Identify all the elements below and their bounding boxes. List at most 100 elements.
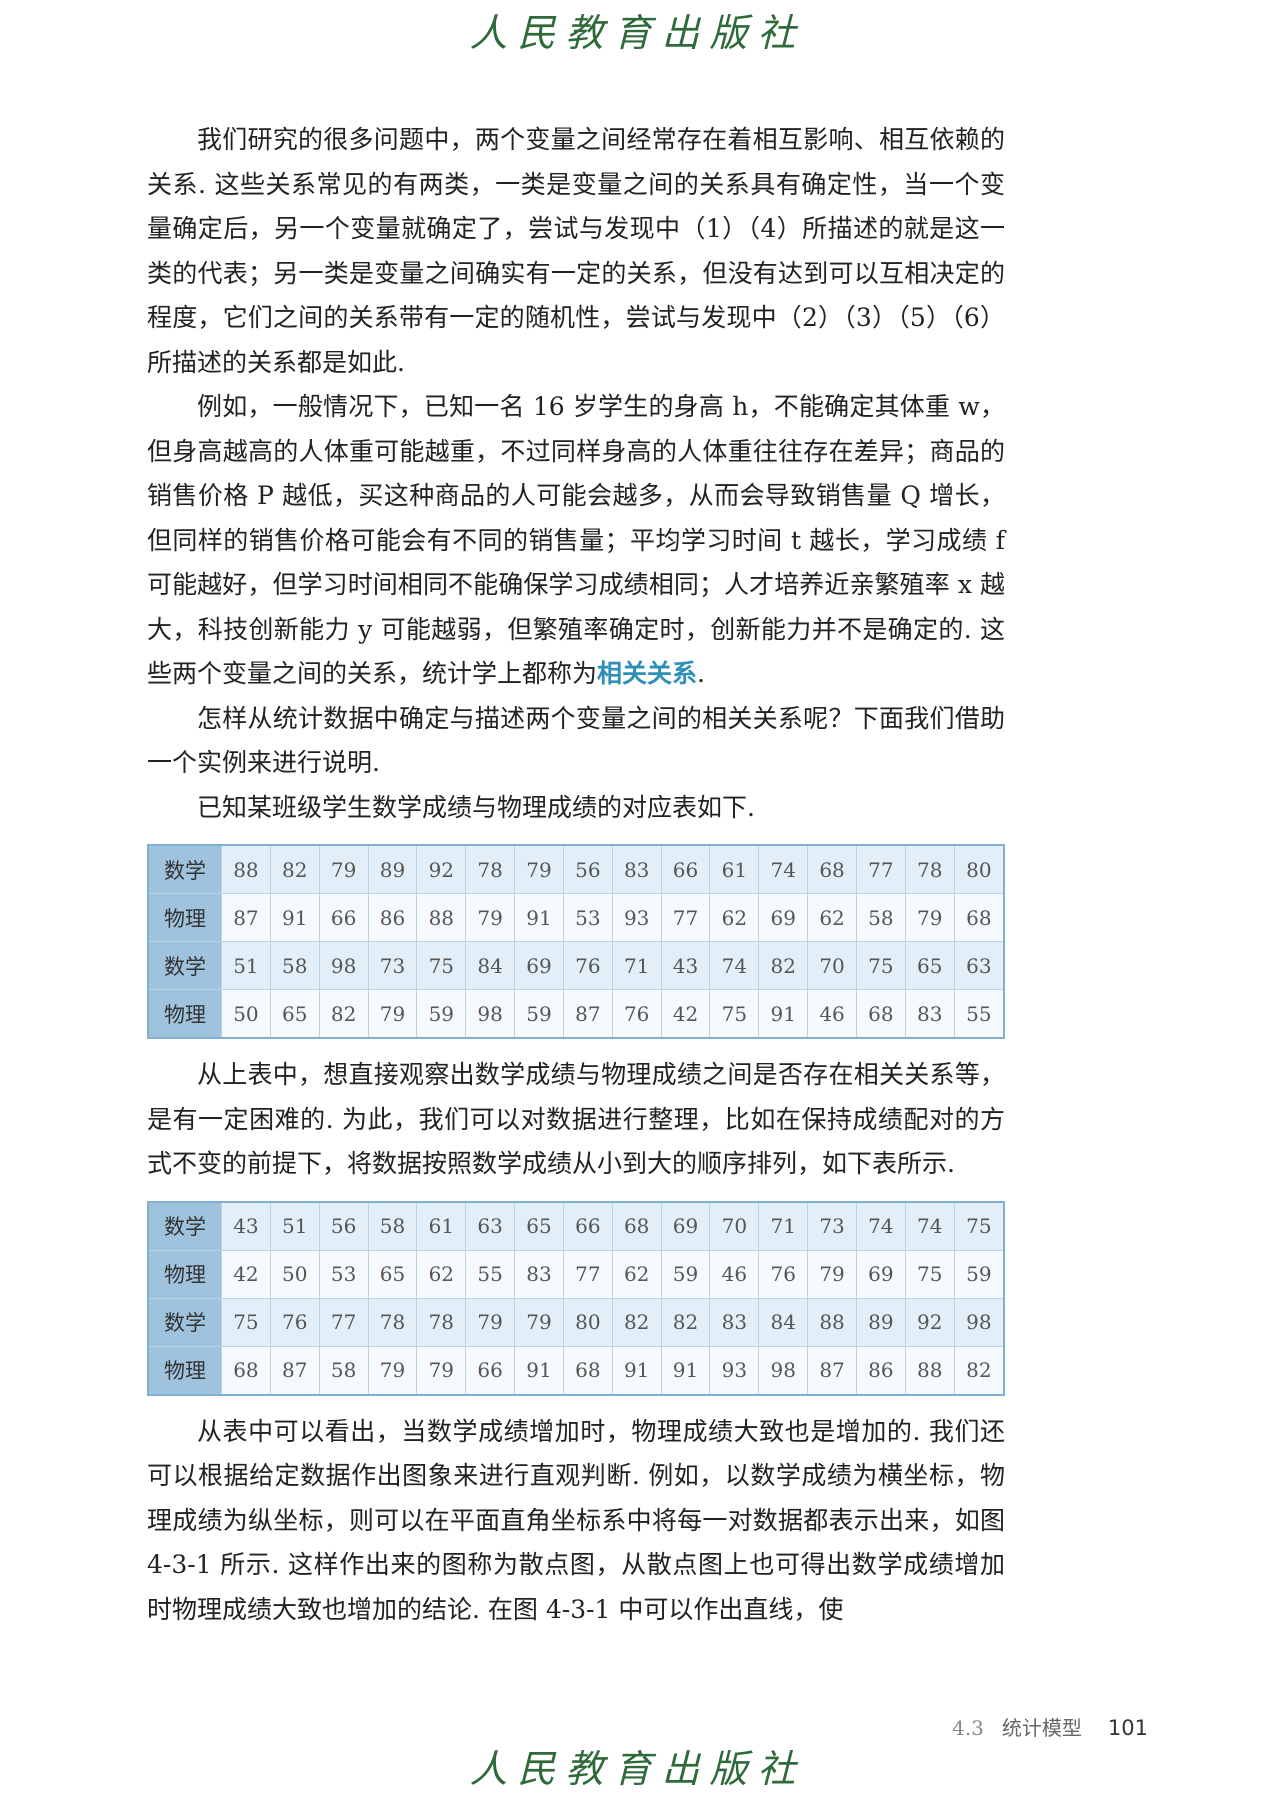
table-cell: 87 xyxy=(269,1345,320,1395)
table-cell: 50 xyxy=(221,989,271,1039)
table-cell: 87 xyxy=(221,893,271,942)
table-cell: 66 xyxy=(465,1345,516,1395)
page-footer: 4.3 统计模型 101 xyxy=(952,1712,1148,1741)
table-cell: 61 xyxy=(416,1201,467,1251)
table-cell: 76 xyxy=(562,941,613,990)
table-cell: 91 xyxy=(758,989,809,1039)
table-cell: 75 xyxy=(953,1201,1005,1251)
term-correlation: 相关关系 xyxy=(597,659,698,688)
table-cell: 62 xyxy=(416,1249,467,1299)
table-cell: 69 xyxy=(660,1201,711,1251)
table-cell: 79 xyxy=(514,1297,564,1347)
table-cell: 82 xyxy=(318,989,369,1039)
table-cell: 79 xyxy=(514,844,564,894)
table-cell: 79 xyxy=(367,1345,418,1395)
table-cell: 74 xyxy=(709,941,760,990)
table-cell: 71 xyxy=(758,1201,809,1251)
table-cell: 93 xyxy=(611,893,662,942)
table-cell: 68 xyxy=(807,844,857,894)
table-cell: 77 xyxy=(318,1297,369,1347)
table-cell: 68 xyxy=(562,1345,613,1395)
table-cell: 65 xyxy=(514,1201,564,1251)
table-cell: 66 xyxy=(318,893,369,942)
table-cell: 78 xyxy=(416,1297,467,1347)
table-cell: 80 xyxy=(953,844,1005,894)
table-cell: 84 xyxy=(758,1297,809,1347)
paragraph-3: 怎样从统计数据中确定与描述两个变量之间的相关关系呢？下面我们借助一个实例来进行说… xyxy=(147,703,1005,778)
table-cell: 91 xyxy=(514,893,564,942)
table-cell: 93 xyxy=(709,1345,760,1395)
scores-table-original: 数学 88 82 79 89 92 78 79 56 83 66 61 74 68 77 78 80 物理 87 91… xyxy=(147,844,1005,1039)
table-cell: 89 xyxy=(855,1297,906,1347)
table-cell: 98 xyxy=(758,1345,809,1395)
table-cell: 43 xyxy=(660,941,711,990)
table-cell: 83 xyxy=(611,844,662,894)
table-cell: 89 xyxy=(367,844,418,894)
table-cell: 77 xyxy=(660,893,711,942)
table-cell: 79 xyxy=(367,989,418,1039)
table-cell: 68 xyxy=(855,989,906,1039)
table-cell: 74 xyxy=(904,1201,955,1251)
table-cell: 56 xyxy=(318,1201,369,1251)
table-cell: 65 xyxy=(269,989,320,1039)
table-cell: 55 xyxy=(465,1249,516,1299)
table-cell: 68 xyxy=(611,1201,662,1251)
table-cell: 79 xyxy=(904,893,955,942)
paragraph-2-end: . xyxy=(697,659,705,688)
table-cell: 63 xyxy=(465,1201,516,1251)
table-cell: 69 xyxy=(855,1249,906,1299)
table-cell: 88 xyxy=(416,893,467,942)
table-cell: 88 xyxy=(807,1297,857,1347)
section-title: 统计模型 xyxy=(1001,1716,1082,1740)
paragraph-5: 从上表中，想直接观察出数学成绩与物理成绩之间是否存在相关关系等，是有一定困难的.… xyxy=(147,1060,1005,1178)
table-cell: 87 xyxy=(562,989,613,1039)
table-cell: 86 xyxy=(855,1345,906,1395)
table-cell: 79 xyxy=(318,844,369,894)
table-cell: 98 xyxy=(318,941,369,990)
table-cell: 79 xyxy=(465,1297,516,1347)
table-cell: 73 xyxy=(807,1201,857,1251)
table-cell: 98 xyxy=(953,1297,1005,1347)
table-cell: 51 xyxy=(269,1201,320,1251)
row-header: 数学 xyxy=(147,1297,222,1347)
table-row: 数学 88 82 79 89 92 78 79 56 83 66 61 74 68 77 78 80 xyxy=(147,844,1005,894)
paragraph-1: 我们研究的很多问题中，两个变量之间经常存在着相互影响、相互依赖的关系. 这些关系… xyxy=(147,125,1005,377)
table-cell: 43 xyxy=(221,1201,271,1251)
table-cell: 78 xyxy=(367,1297,418,1347)
table-row: 物理 68 87 58 79 79 66 91 68 91 91 93 98 87 86 88 82 xyxy=(147,1345,1005,1395)
page-number: 101 xyxy=(1107,1716,1148,1740)
table-cell: 62 xyxy=(807,893,857,942)
table-cell: 74 xyxy=(758,844,809,894)
table-cell: 66 xyxy=(660,844,711,894)
table-cell: 75 xyxy=(855,941,906,990)
table-cell: 66 xyxy=(562,1201,613,1251)
table-cell: 59 xyxy=(953,1249,1005,1299)
table-cell: 42 xyxy=(221,1249,271,1299)
scores-table-sorted: 数学 43 51 56 58 61 63 65 66 68 69 70 71 73 74 74 75 物理 42 50… xyxy=(147,1200,1005,1396)
table-cell: 58 xyxy=(855,893,906,942)
row-header: 数学 xyxy=(147,844,222,894)
table-cell: 83 xyxy=(904,989,955,1039)
table-cell: 68 xyxy=(221,1345,271,1395)
table-cell: 70 xyxy=(709,1201,760,1251)
table-cell: 74 xyxy=(855,1201,906,1251)
table-cell: 61 xyxy=(709,844,760,894)
row-header: 数学 xyxy=(147,941,222,990)
table-cell: 53 xyxy=(318,1249,369,1299)
table-cell: 68 xyxy=(953,893,1005,942)
table-cell: 75 xyxy=(221,1297,271,1347)
table-cell: 84 xyxy=(465,941,516,990)
table-cell: 76 xyxy=(758,1249,809,1299)
table-cell: 91 xyxy=(611,1345,662,1395)
paragraph-2-text: 例如，一般情况下，已知一名 16 岁学生的身高 h，不能确定其体重 w，但身高越… xyxy=(147,392,1005,688)
table-cell: 76 xyxy=(611,989,662,1039)
table-cell: 58 xyxy=(318,1345,369,1395)
table-cell: 88 xyxy=(904,1345,955,1395)
paragraph-4: 已知某班级学生数学成绩与物理成绩的对应表如下. xyxy=(197,792,755,822)
table-cell: 83 xyxy=(709,1297,760,1347)
table-cell: 82 xyxy=(269,844,320,894)
section-number: 4.3 xyxy=(952,1716,984,1740)
table-row: 物理 50 65 82 79 59 98 59 87 76 42 75 91 46 68 83 55 xyxy=(147,989,1005,1039)
table-cell: 78 xyxy=(904,844,955,894)
table-cell: 75 xyxy=(416,941,467,990)
